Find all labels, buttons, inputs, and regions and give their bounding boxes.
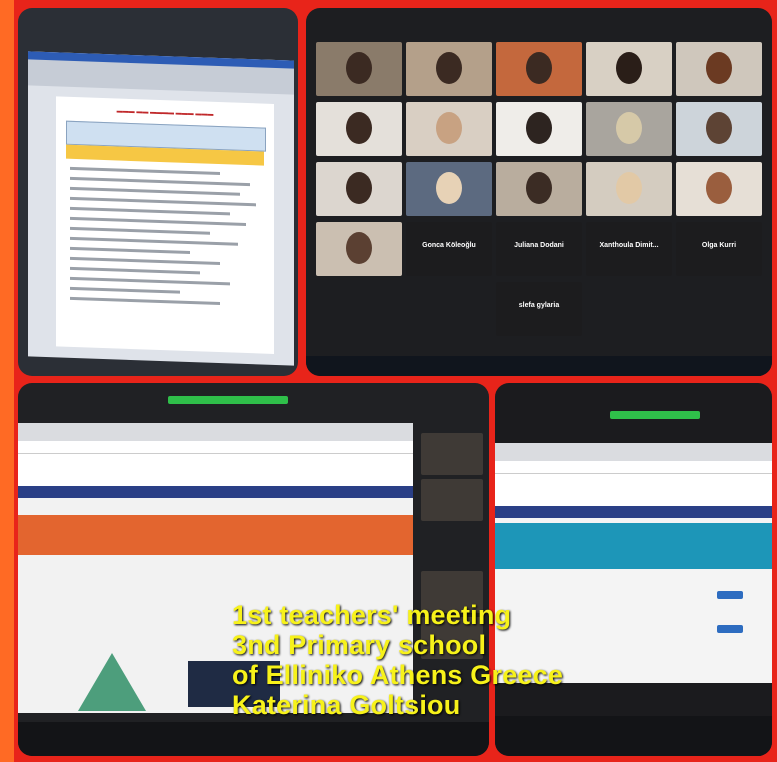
participant-name-tile: Xanthoula Dimit... (586, 222, 672, 276)
participant-name-tile: Juliana Dodani (496, 222, 582, 276)
document-page: ▬▬▬ ▬▬ ▬▬▬▬ ▬▬▬ ▬▬▬ (56, 96, 274, 354)
caption-line-1: 1st teachers' meeting (232, 600, 512, 630)
participant-video (421, 433, 483, 475)
meeting-toolbar (18, 722, 489, 756)
document-window: ▬▬▬ ▬▬ ▬▬▬▬ ▬▬▬ ▬▬▬ (28, 51, 294, 366)
meeting-toolbar (495, 716, 772, 756)
participant-video (676, 102, 762, 156)
participant-video (316, 102, 402, 156)
browser-tabs (495, 443, 772, 461)
text-line (70, 256, 220, 266)
orange-edge (0, 0, 14, 762)
caption-line-4: Katerina Goltsiou (232, 690, 461, 720)
participant-video (316, 162, 402, 216)
participant-name-tile: Gonca Köleoğlu (406, 222, 492, 276)
participant-name-tile: Olga Kurri (676, 222, 762, 276)
collage-frame: ▬▬▬ ▬▬ ▬▬▬▬ ▬▬▬ ▬▬▬ Gonca Köleoğlu Julia… (0, 0, 777, 762)
recycle-logo (78, 653, 146, 711)
site-nav (18, 486, 413, 498)
participant-video (586, 42, 672, 96)
participant-name-tile: slefa gylaria (496, 282, 582, 336)
participant-video (316, 42, 402, 96)
screen-share-indicator (610, 411, 700, 419)
caption: 1st teachers' meeting 3nd Primary school… (232, 600, 672, 720)
participant-video (406, 102, 492, 156)
participant-name: Juliana Dodani (514, 242, 564, 249)
participant-video (421, 479, 483, 521)
action-button (717, 591, 743, 599)
screen-share-indicator (168, 396, 288, 404)
participant-video (586, 162, 672, 216)
participant-video (676, 162, 762, 216)
text-line (70, 276, 230, 286)
text-line (70, 266, 200, 275)
participant-name: slefa gylaria (518, 302, 560, 309)
document-title-scribble: ▬▬▬ ▬▬ ▬▬▬▬ ▬▬▬ ▬▬▬ (116, 108, 214, 118)
participant-video (496, 42, 582, 96)
caption-line-3: of Elliniko Athens Greece (232, 660, 564, 690)
text-line (70, 206, 230, 216)
text-line (70, 176, 250, 187)
text-line (70, 226, 210, 235)
participant-name: Olga Kurri (701, 242, 737, 249)
project-banner (495, 523, 772, 569)
participant-video (496, 102, 582, 156)
participant-video (496, 162, 582, 216)
address-bar (18, 441, 413, 454)
text-line (70, 286, 180, 294)
browser-tabs (18, 423, 413, 441)
photo-video-call-grid: Gonca Köleoğlu Juliana Dodani Xanthoula … (306, 8, 772, 376)
text-line (70, 296, 220, 306)
participant-video (406, 42, 492, 96)
address-bar (495, 461, 772, 474)
site-nav (495, 506, 772, 518)
participant-name: Gonca Köleoğlu (422, 242, 476, 249)
participant-video (676, 42, 762, 96)
participant-video (316, 222, 402, 276)
site-header (18, 454, 413, 486)
etwinning-banner (18, 515, 413, 555)
text-line (70, 236, 238, 246)
text-line (70, 196, 256, 207)
participant-name: Xanthoula Dimit... (599, 242, 659, 249)
caption-line-2: 3nd Primary school (232, 630, 487, 660)
word-ribbon (28, 51, 294, 95)
participant-video (421, 525, 483, 567)
text-line (70, 186, 240, 196)
text-line (70, 246, 190, 255)
photo-document-screen: ▬▬▬ ▬▬ ▬▬▬▬ ▬▬▬ ▬▬▬ (18, 8, 298, 376)
action-button (717, 625, 743, 633)
site-header (495, 474, 772, 506)
participant-video (406, 162, 492, 216)
text-line (70, 166, 220, 176)
windows-taskbar (306, 356, 772, 376)
text-line (70, 216, 246, 226)
participant-video (586, 102, 672, 156)
